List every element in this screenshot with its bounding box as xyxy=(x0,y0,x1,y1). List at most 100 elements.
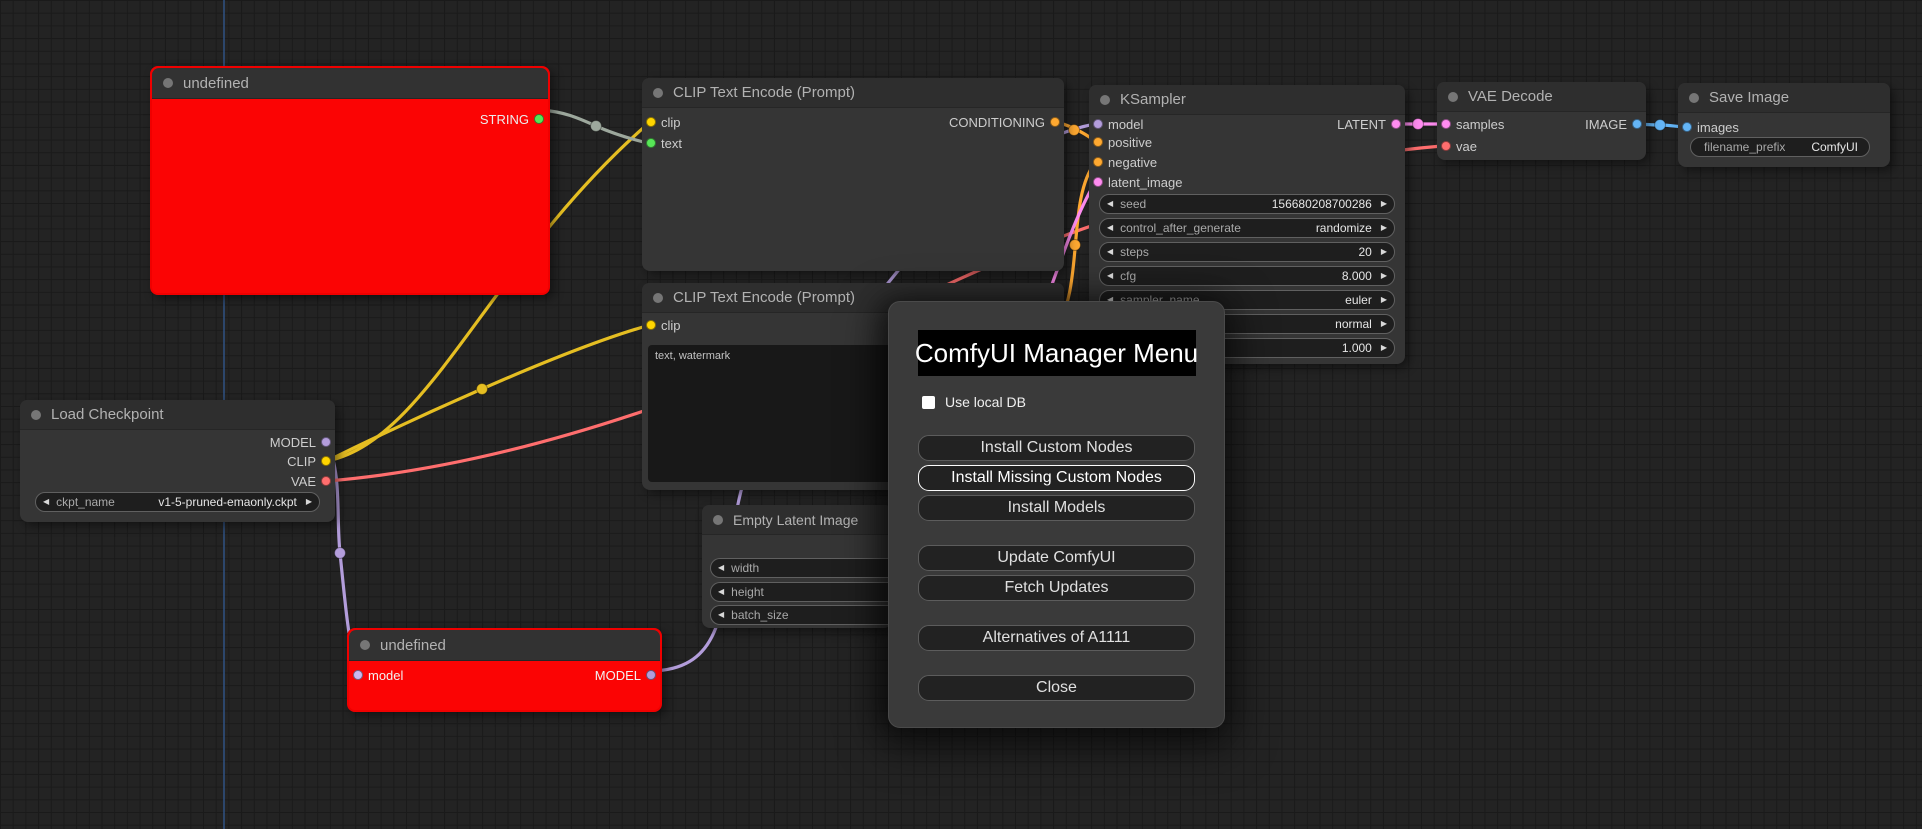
widget-value: 20 xyxy=(1358,245,1372,259)
left-arrow-icon[interactable]: ◀ xyxy=(1107,248,1113,256)
node-collapse-dot[interactable] xyxy=(653,292,663,303)
slot-clip-input[interactable] xyxy=(646,320,656,330)
left-arrow-icon[interactable]: ◀ xyxy=(718,564,724,572)
left-arrow-icon[interactable]: ◀ xyxy=(1107,224,1113,232)
node-collapse-dot[interactable] xyxy=(163,78,173,88)
slot-model-output[interactable] xyxy=(321,437,331,447)
link-dot-clip[interactable] xyxy=(476,383,488,395)
node-collapse-dot[interactable] xyxy=(31,409,41,420)
node-title-bar[interactable]: KSampler xyxy=(1089,85,1405,115)
slot-positive-input[interactable] xyxy=(1093,137,1103,147)
node-title: KSampler xyxy=(1120,91,1186,108)
use-local-db-label: Use local DB xyxy=(945,394,1026,410)
link-dot-string[interactable] xyxy=(590,120,602,132)
node-title-bar[interactable]: Empty Latent Image xyxy=(702,505,892,535)
node-title-bar[interactable]: undefined xyxy=(349,630,660,661)
update-comfyui-button[interactable]: Update ComfyUI xyxy=(918,545,1195,571)
widget-cfg[interactable]: ◀ cfg 8.000 ▶ xyxy=(1099,266,1395,286)
slot-samples-input[interactable] xyxy=(1441,119,1451,129)
node-undefined-bottom[interactable]: undefined model MODEL xyxy=(347,628,662,712)
widget-label: seed xyxy=(1120,197,1147,211)
widget-filename-prefix[interactable]: filename_prefix ComfyUI xyxy=(1690,137,1870,157)
node-title: undefined xyxy=(380,636,446,654)
node-title-bar[interactable]: Save Image xyxy=(1678,83,1890,113)
slot-vae-input[interactable] xyxy=(1441,141,1451,151)
slot-string-output[interactable] xyxy=(534,114,544,124)
use-local-db-checkbox[interactable] xyxy=(922,395,935,409)
widget-seed[interactable]: ◀ seed 156680208700286 ▶ xyxy=(1099,194,1395,214)
widget-label: control_after_generate xyxy=(1120,221,1241,235)
left-arrow-icon[interactable]: ◀ xyxy=(718,611,724,619)
node-title-bar[interactable]: undefined xyxy=(152,68,548,99)
left-arrow-icon[interactable]: ◀ xyxy=(1107,272,1113,280)
link-dot-positive[interactable] xyxy=(1068,124,1080,136)
node-collapse-dot[interactable] xyxy=(713,514,723,525)
widget-control-after-generate[interactable]: ◀ control_after_generate randomize ▶ xyxy=(1099,218,1395,238)
left-arrow-icon[interactable]: ◀ xyxy=(43,498,49,506)
widget-ckpt-name[interactable]: ◀ ckpt_name v1-5-pruned-emaonly.ckpt ▶ xyxy=(35,492,320,512)
node-title-bar[interactable]: VAE Decode xyxy=(1437,82,1646,112)
right-arrow-icon[interactable]: ▶ xyxy=(1381,296,1387,304)
widget-width[interactable]: ◀ width xyxy=(710,558,888,578)
input-label-clip: clip xyxy=(661,317,681,333)
link-dot-negative[interactable] xyxy=(1069,239,1081,251)
left-arrow-icon[interactable]: ◀ xyxy=(1107,200,1113,208)
slot-text-input[interactable] xyxy=(646,138,656,148)
node-clip-text-encode-1[interactable]: CLIP Text Encode (Prompt) clip CONDITION… xyxy=(642,78,1064,271)
slot-model-input[interactable] xyxy=(1093,119,1103,129)
node-title-bar[interactable]: CLIP Text Encode (Prompt) xyxy=(642,78,1064,108)
install-missing-custom-nodes-button[interactable]: Install Missing Custom Nodes xyxy=(918,465,1195,491)
output-label-conditioning: CONDITIONING xyxy=(948,114,1045,130)
link-dot-latent[interactable] xyxy=(1412,118,1424,130)
widget-height[interactable]: ◀ height xyxy=(710,582,888,602)
close-button[interactable]: Close xyxy=(918,675,1195,701)
fetch-updates-button[interactable]: Fetch Updates xyxy=(918,575,1195,601)
slot-negative-input[interactable] xyxy=(1093,157,1103,167)
node-load-checkpoint[interactable]: Load Checkpoint MODEL CLIP VAE ◀ ckpt_na… xyxy=(20,400,335,522)
right-arrow-icon[interactable]: ▶ xyxy=(1381,248,1387,256)
link-dot-image[interactable] xyxy=(1654,119,1666,131)
input-label-images: images xyxy=(1697,119,1739,135)
node-undefined-top[interactable]: undefined STRING xyxy=(150,66,550,295)
left-arrow-icon[interactable]: ◀ xyxy=(718,588,724,596)
right-arrow-icon[interactable]: ▶ xyxy=(1381,272,1387,280)
node-collapse-dot[interactable] xyxy=(1448,91,1458,102)
node-collapse-dot[interactable] xyxy=(1100,94,1110,105)
node-collapse-dot[interactable] xyxy=(1689,92,1699,103)
input-label-model: model xyxy=(1108,116,1144,132)
slot-vae-output[interactable] xyxy=(321,476,331,486)
slot-conditioning-output[interactable] xyxy=(1050,117,1060,127)
input-label-latent-image: latent_image xyxy=(1108,174,1183,190)
right-arrow-icon[interactable]: ▶ xyxy=(1381,224,1387,232)
node-title: Empty Latent Image xyxy=(733,511,859,528)
right-arrow-icon[interactable]: ▶ xyxy=(306,498,312,506)
alternatives-of-a1111-button[interactable]: Alternatives of A1111 xyxy=(918,625,1195,651)
comfyui-manager-dialog: ComfyUI Manager Menu Use local DB Instal… xyxy=(888,301,1225,728)
slot-clip-input[interactable] xyxy=(646,117,656,127)
install-models-button[interactable]: Install Models xyxy=(918,495,1195,521)
slot-clip-output[interactable] xyxy=(321,456,331,466)
node-collapse-dot[interactable] xyxy=(360,640,370,650)
node-title: Save Image xyxy=(1709,89,1790,106)
right-arrow-icon[interactable]: ▶ xyxy=(1381,320,1387,328)
slot-model-output[interactable] xyxy=(646,670,656,680)
slot-images-input[interactable] xyxy=(1682,122,1692,132)
link-dot-model[interactable] xyxy=(334,547,346,559)
node-title-bar[interactable]: Load Checkpoint xyxy=(20,400,335,430)
node-empty-latent-image[interactable]: Empty Latent Image ◀ width ◀ height ◀ ba… xyxy=(702,505,892,628)
widget-batch-size[interactable]: ◀ batch_size xyxy=(710,605,888,625)
install-custom-nodes-button[interactable]: Install Custom Nodes xyxy=(918,435,1195,461)
slot-image-output[interactable] xyxy=(1632,119,1642,129)
node-save-image[interactable]: Save Image images filename_prefix ComfyU… xyxy=(1678,83,1890,167)
right-arrow-icon[interactable]: ▶ xyxy=(1381,200,1387,208)
slot-latent-output[interactable] xyxy=(1391,119,1401,129)
widget-steps[interactable]: ◀ steps 20 ▶ xyxy=(1099,242,1395,262)
node-collapse-dot[interactable] xyxy=(653,87,663,98)
widget-value: 8.000 xyxy=(1341,269,1372,283)
slot-model-input[interactable] xyxy=(353,670,363,680)
dialog-title: ComfyUI Manager Menu xyxy=(915,330,1198,376)
input-label-negative: negative xyxy=(1108,154,1158,170)
slot-latent-image-input[interactable] xyxy=(1093,177,1103,187)
node-vae-decode[interactable]: VAE Decode samples IMAGE vae xyxy=(1437,82,1646,160)
right-arrow-icon[interactable]: ▶ xyxy=(1381,344,1387,352)
